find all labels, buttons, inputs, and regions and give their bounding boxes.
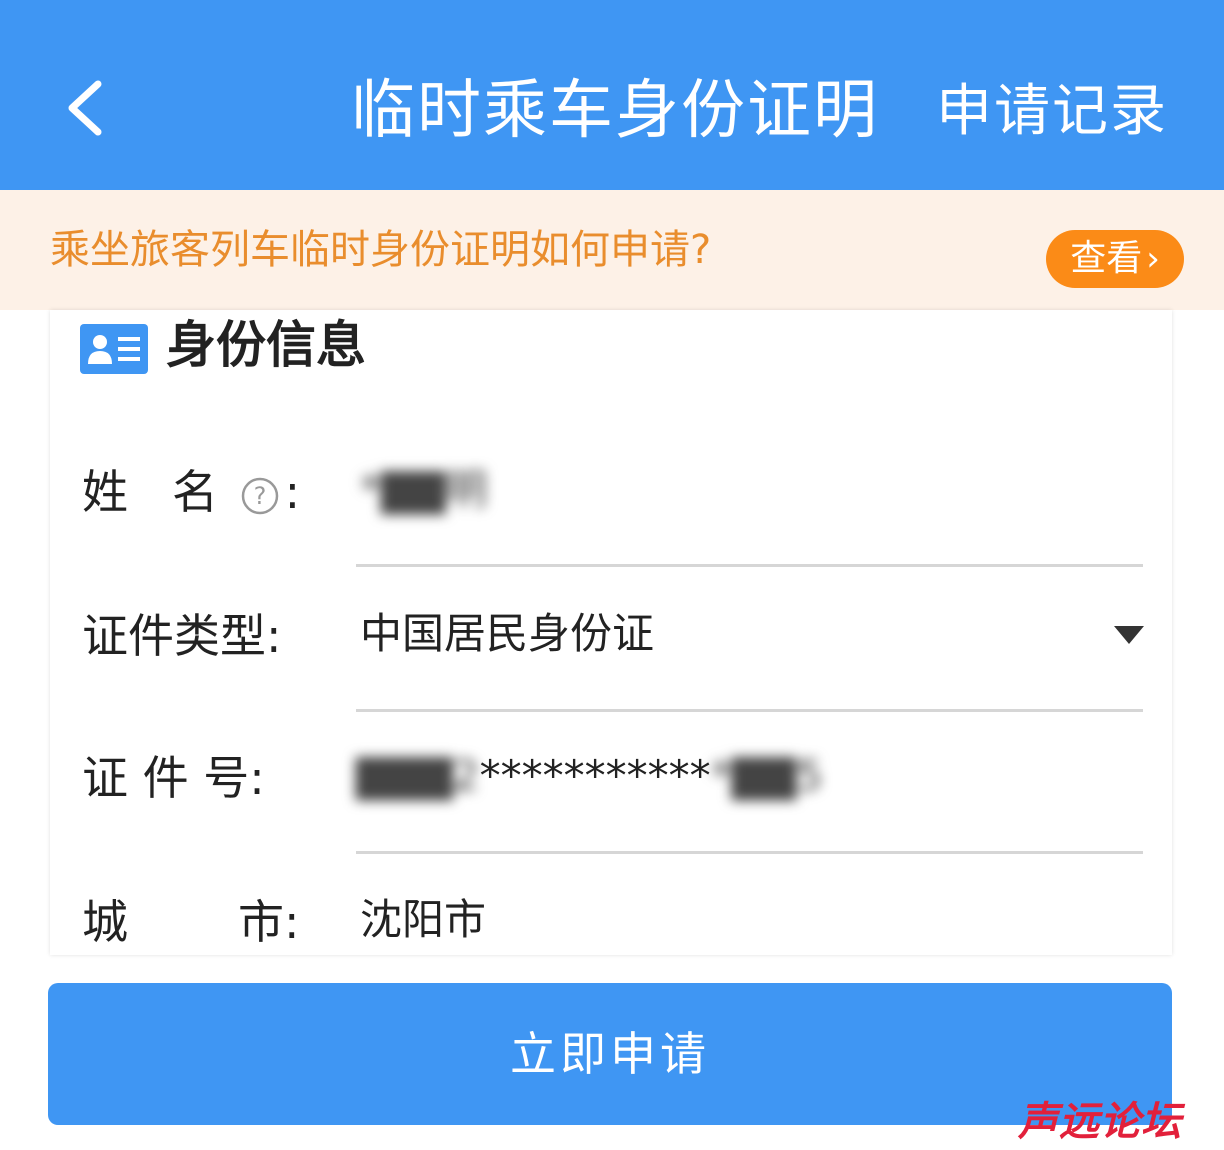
view-button-label: 查看: [1070, 238, 1143, 279]
svg-text:?: ?: [253, 482, 266, 510]
forum-watermark: 声远论坛: [1018, 1099, 1182, 1145]
apply-now-button[interactable]: 立即申请: [48, 983, 1172, 1125]
notice-text[interactable]: 乘坐旅客列车临时身份证明如何申请?: [50, 220, 711, 280]
divider: [356, 564, 1143, 567]
city-label: 城市:: [82, 895, 300, 949]
section-title: 身份信息: [166, 316, 366, 374]
doc-number-value[interactable]: ▇▇▇2************▇▇5: [356, 746, 823, 806]
chevron-right-icon: ›: [1146, 239, 1160, 279]
dropdown-caret-icon[interactable]: [1114, 626, 1144, 644]
application-records-link[interactable]: 申请记录: [936, 72, 1168, 152]
id-card-icon: [80, 324, 148, 374]
app-header: 临时乘车身份证明 申请记录: [0, 0, 1224, 190]
doc-number-label: 证 件 号:: [82, 751, 265, 805]
help-icon[interactable]: ?: [241, 477, 279, 515]
name-label: 姓名 ? :: [82, 465, 301, 519]
divider: [356, 851, 1143, 854]
identity-info-card: 身份信息 姓名 ? : *▇▇明 证件类型: 中国居民身份证 证 件 号: ▇▇…: [50, 310, 1172, 955]
doc-type-label: 证件类型:: [82, 609, 282, 663]
notice-banner: 乘坐旅客列车临时身份证明如何申请? 查看 ›: [0, 190, 1224, 310]
doc-type-select[interactable]: 中国居民身份证: [360, 604, 654, 664]
city-value[interactable]: 沈阳市: [360, 890, 486, 950]
page-title: 临时乘车身份证明: [351, 74, 879, 148]
back-arrow-icon[interactable]: [58, 76, 122, 140]
divider: [356, 709, 1143, 712]
name-value[interactable]: *▇▇明: [360, 460, 488, 520]
view-button[interactable]: 查看 ›: [1046, 230, 1184, 288]
